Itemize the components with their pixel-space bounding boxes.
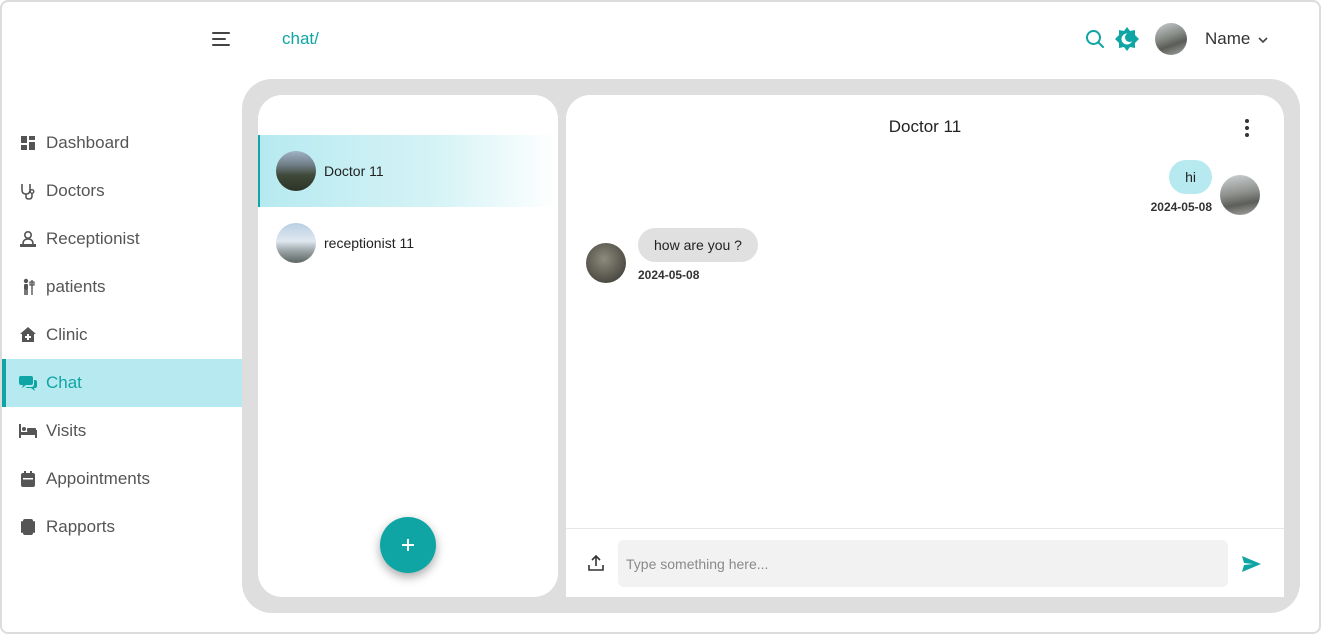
sidebar-item-patients[interactable]: patients: [2, 263, 242, 311]
menu-icon[interactable]: [210, 28, 234, 50]
sidebar-item-label: Visits: [46, 421, 87, 440]
message-input[interactable]: [618, 540, 1228, 587]
calendar-icon: [18, 469, 38, 489]
chat-panel: Doctor 11 hi 2024-05-08 how are you ? 20…: [566, 95, 1284, 597]
avatar: [586, 243, 626, 283]
avatar: [276, 151, 316, 191]
stethoscope-icon: [18, 181, 38, 201]
sidebar-item-rapports[interactable]: Rapports: [2, 503, 242, 551]
dashboard-icon: [18, 133, 38, 153]
plus-icon: [402, 539, 414, 551]
avatar: [1220, 175, 1260, 215]
theme-toggle-icon[interactable]: [1114, 26, 1140, 52]
sidebar-item-receptionist[interactable]: Receptionist: [2, 215, 242, 263]
sidebar-item-chat[interactable]: Chat: [2, 359, 242, 407]
sidebar-item-label: patients: [46, 277, 106, 296]
sidebar-nav: Dashboard Doctors Receptionist patients …: [2, 119, 242, 551]
top-header: chat/ Name: [0, 0, 1321, 78]
sidebar-item-clinic[interactable]: Clinic: [2, 311, 242, 359]
more-options-icon[interactable]: [1240, 117, 1254, 139]
receptionist-icon: [18, 229, 38, 249]
user-name[interactable]: Name: [1205, 29, 1250, 49]
report-icon: [18, 517, 38, 537]
bed-icon: [18, 421, 38, 441]
chevron-down-icon[interactable]: [1257, 33, 1269, 45]
sidebar-item-appointments[interactable]: Appointments: [2, 455, 242, 503]
chat-icon: [18, 373, 38, 393]
conversation-name: receptionist 11: [324, 235, 415, 251]
sidebar-item-dashboard[interactable]: Dashboard: [2, 119, 242, 167]
breadcrumb[interactable]: chat/: [282, 29, 319, 49]
sidebar-item-label: Doctors: [46, 181, 105, 200]
upload-icon[interactable]: [586, 553, 606, 573]
message-incoming: how are you ?: [638, 228, 758, 262]
clinic-icon: [18, 325, 38, 345]
patient-icon: [18, 277, 38, 297]
sidebar-item-label: Appointments: [46, 469, 150, 488]
chat-title: Doctor 11: [888, 117, 962, 136]
sidebar-item-label: Receptionist: [46, 229, 140, 248]
user-avatar[interactable]: [1155, 23, 1187, 55]
sidebar-item-label: Rapports: [46, 517, 115, 536]
conversation-item-receptionist-11[interactable]: receptionist 11: [258, 207, 558, 279]
avatar: [276, 223, 316, 263]
sidebar-item-doctors[interactable]: Doctors: [2, 167, 242, 215]
message-composer: [566, 528, 1284, 597]
new-conversation-button[interactable]: [380, 517, 436, 573]
sidebar-item-label: Dashboard: [46, 133, 130, 152]
chat-container: Doctor 11 receptionist 11 Doctor 11 hi 2…: [242, 79, 1300, 613]
conversation-name: Doctor 11: [324, 163, 384, 179]
sidebar-item-visits[interactable]: Visits: [2, 407, 242, 455]
message-outgoing: hi: [1169, 160, 1212, 194]
message-timestamp: 2024-05-08: [638, 268, 700, 282]
sidebar-item-label: Clinic: [46, 325, 88, 344]
search-icon[interactable]: [1084, 28, 1106, 50]
send-icon[interactable]: [1240, 553, 1262, 575]
message-timestamp: 2024-05-08: [1150, 200, 1212, 214]
conversation-item-doctor-11[interactable]: Doctor 11: [258, 135, 558, 207]
conversation-list: Doctor 11 receptionist 11: [258, 95, 558, 597]
sidebar-item-label: Chat: [46, 373, 82, 392]
